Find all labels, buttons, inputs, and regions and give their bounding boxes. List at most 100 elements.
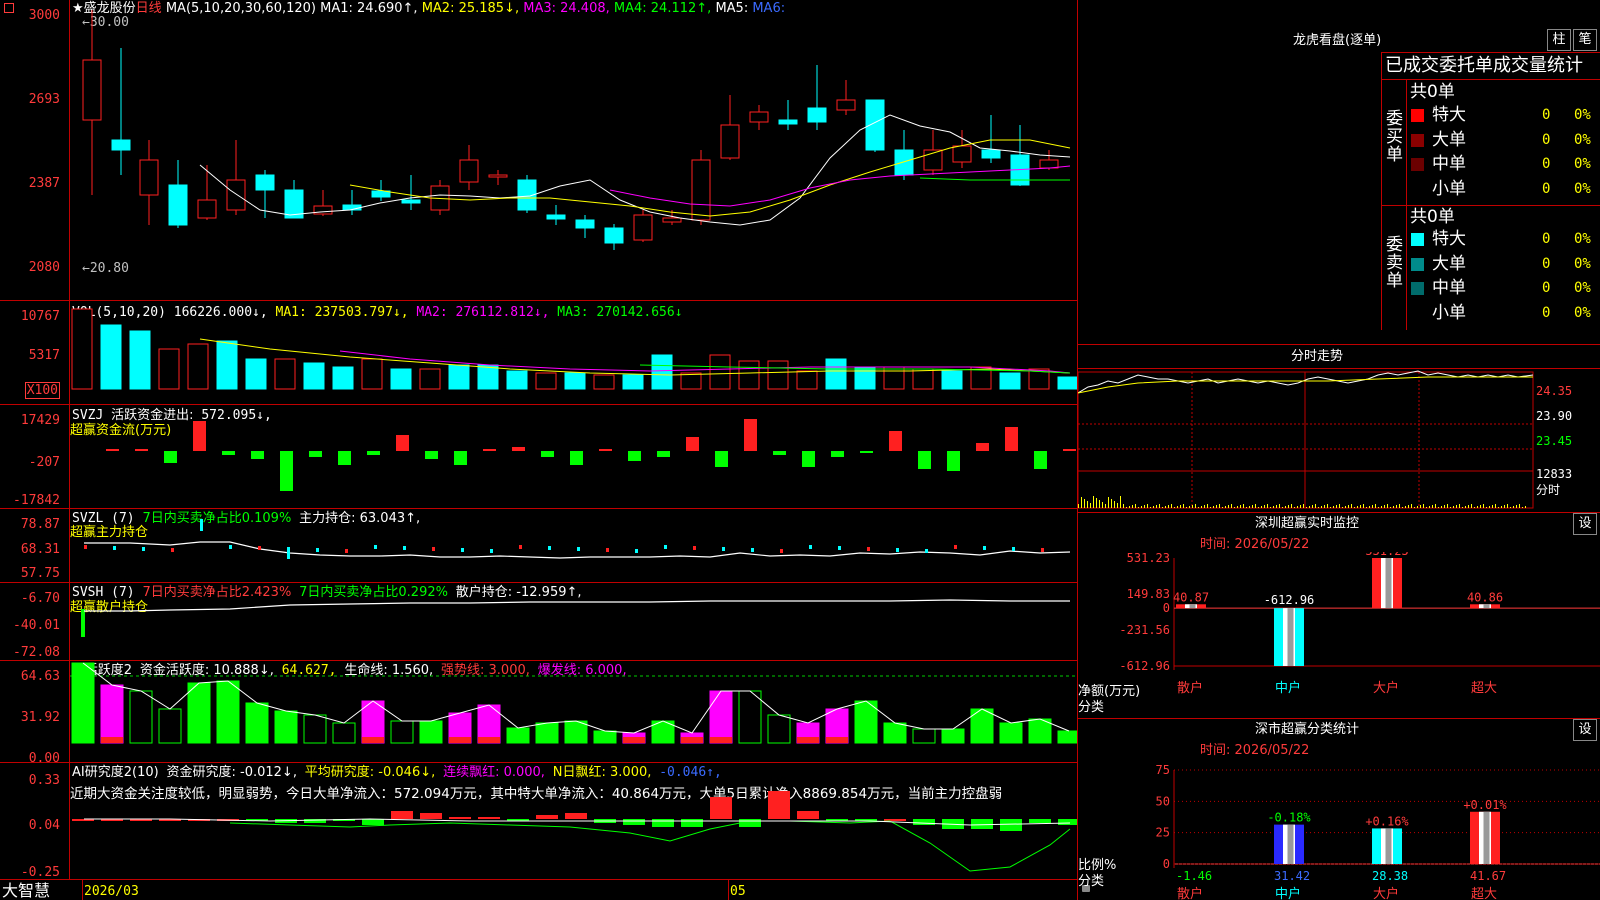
sz-monitor-chart[interactable]: 531.23 149.830 -231.56 -612.96 40.87 散户 -612.9… [1078, 552, 1600, 714]
intraday-vol-bar [1222, 507, 1223, 508]
intraday-vol-bar [1186, 507, 1187, 508]
flow-bar [338, 451, 351, 465]
candlestick-chart[interactable] [70, 0, 1077, 300]
y-label: -612.96 [1119, 659, 1170, 673]
ai-research-chart[interactable] [70, 763, 1077, 879]
y-label: 78.87 [20, 517, 60, 532]
order-stats-tabs[interactable]: 已成交委托单成交量统计 [1385, 56, 1583, 76]
main-chart-area[interactable]: ★盛龙股份日线 MA(5,10,20,30,60,120) MA1: 24.69… [0, 0, 1090, 900]
app-logo[interactable]: 大智慧 [2, 882, 50, 900]
order-pct: 0% [1574, 231, 1591, 247]
candle-body [662, 217, 682, 223]
intraday-vol-bar [1081, 497, 1082, 508]
activity-bar [999, 722, 1023, 744]
order-size-name: 大单 [1432, 129, 1466, 150]
intraday-vol-bar [1108, 497, 1109, 508]
intraday-vol-bar [1219, 504, 1220, 508]
intraday-vol-bar [1309, 506, 1310, 508]
order-pct: 0% [1574, 107, 1591, 123]
activity-bar [332, 722, 356, 744]
ss-stats-chart[interactable]: 75 50 25 0 -1.46 散户 31.42 -0.18% 中户 28.38 +0.16% 大户… [1078, 756, 1600, 900]
candle-body [981, 149, 1001, 159]
intraday-vol-bar [1417, 506, 1418, 508]
activity-bar [158, 708, 182, 744]
y-label: 23.90 [1536, 409, 1572, 423]
intraday-chart[interactable]: 24.35 23.90 23.45 12833 分时 [1078, 369, 1600, 511]
y-label: -231.56 [1119, 623, 1170, 637]
close-icon[interactable] [4, 3, 14, 13]
order-count: 0 [1542, 156, 1551, 172]
research-bar [449, 817, 471, 819]
intraday-vol-bar [1393, 506, 1394, 508]
holding-tick [664, 545, 667, 549]
intraday-vol-bar [1315, 504, 1316, 508]
sz-settings-button[interactable]: 设 [1573, 513, 1597, 535]
research-bar [565, 813, 587, 819]
holding-tick [751, 548, 754, 552]
holding-tick [490, 549, 493, 553]
candle-body [604, 227, 624, 244]
order-size-row: 特大 0 0% [1408, 104, 1600, 126]
intraday-vol-bar [1117, 503, 1118, 508]
category-label: 散户 [1177, 886, 1203, 900]
research-bar [797, 811, 819, 819]
y-label: 24.35 [1536, 384, 1572, 398]
ss-ylabel: 比例% [1078, 858, 1117, 873]
order-pct: 0% [1574, 280, 1591, 296]
candle-body [111, 139, 131, 151]
candle-body [865, 99, 885, 151]
y-label: 10767 [20, 309, 60, 324]
flow-bar [1063, 449, 1076, 451]
holding-tick [1041, 548, 1044, 552]
main-holding-chart[interactable] [70, 509, 1077, 582]
intraday-vol-bar [1447, 504, 1448, 508]
intraday-vol-bar [1090, 503, 1091, 508]
flow-bar [715, 451, 728, 467]
intraday-vol-bar [1114, 501, 1115, 508]
candle-body [894, 149, 914, 176]
bar-mode-button[interactable]: 柱 [1547, 29, 1571, 51]
y-label: -0.25 [20, 865, 60, 880]
intraday-vol-bar [1510, 507, 1511, 508]
ai-activity-chart[interactable] [70, 661, 1077, 762]
holding-tick [838, 546, 841, 550]
candle-body [1039, 159, 1059, 169]
intraday-vol-bar [1477, 506, 1478, 508]
intraday-vol-bar [1363, 504, 1364, 508]
intraday-vol-bar [1249, 506, 1250, 508]
fund-flow-chart[interactable] [70, 405, 1077, 508]
intraday-vol-bar [1351, 504, 1352, 508]
intraday-vol-bar [1459, 504, 1460, 508]
intraday-vol-bar [1297, 506, 1298, 508]
intraday-vol-bar [1513, 506, 1514, 508]
holding-tick [1012, 547, 1015, 551]
y-label: -17842 [13, 493, 60, 508]
volume-chart[interactable] [70, 301, 1077, 404]
flow-bar [599, 449, 612, 451]
tick-mode-button[interactable]: 笔 [1573, 29, 1597, 51]
retail-holding-chart[interactable] [70, 583, 1077, 660]
intraday-vol-bar [1273, 506, 1274, 508]
activity-bar [100, 684, 124, 744]
intraday-vol-bar [1408, 505, 1409, 508]
intraday-vol-bar [1252, 505, 1253, 508]
flow-bar [512, 447, 525, 451]
intraday-vol-bar [1303, 504, 1304, 508]
volume-bar [71, 308, 93, 390]
ss-settings-button[interactable]: 设 [1573, 719, 1597, 741]
holding-tick [287, 547, 290, 559]
flow-bar [541, 451, 554, 457]
color-swatch [1411, 233, 1424, 246]
order-size-name: 特大 [1432, 229, 1466, 249]
y-label: 149.83 [1127, 587, 1170, 601]
holding-tick [432, 547, 435, 551]
flow-bar [889, 431, 902, 451]
sz-time: 时间: 2026/05/22 [1200, 537, 1310, 552]
intraday-vol-bar [1450, 507, 1451, 508]
activity-bar [71, 662, 95, 744]
intraday-vol-bar [1354, 507, 1355, 508]
intraday-vol-bar [1078, 504, 1079, 508]
category-label: 大户 [1373, 886, 1399, 900]
flow-bar [454, 451, 467, 465]
y-label: -72.08 [13, 645, 60, 660]
